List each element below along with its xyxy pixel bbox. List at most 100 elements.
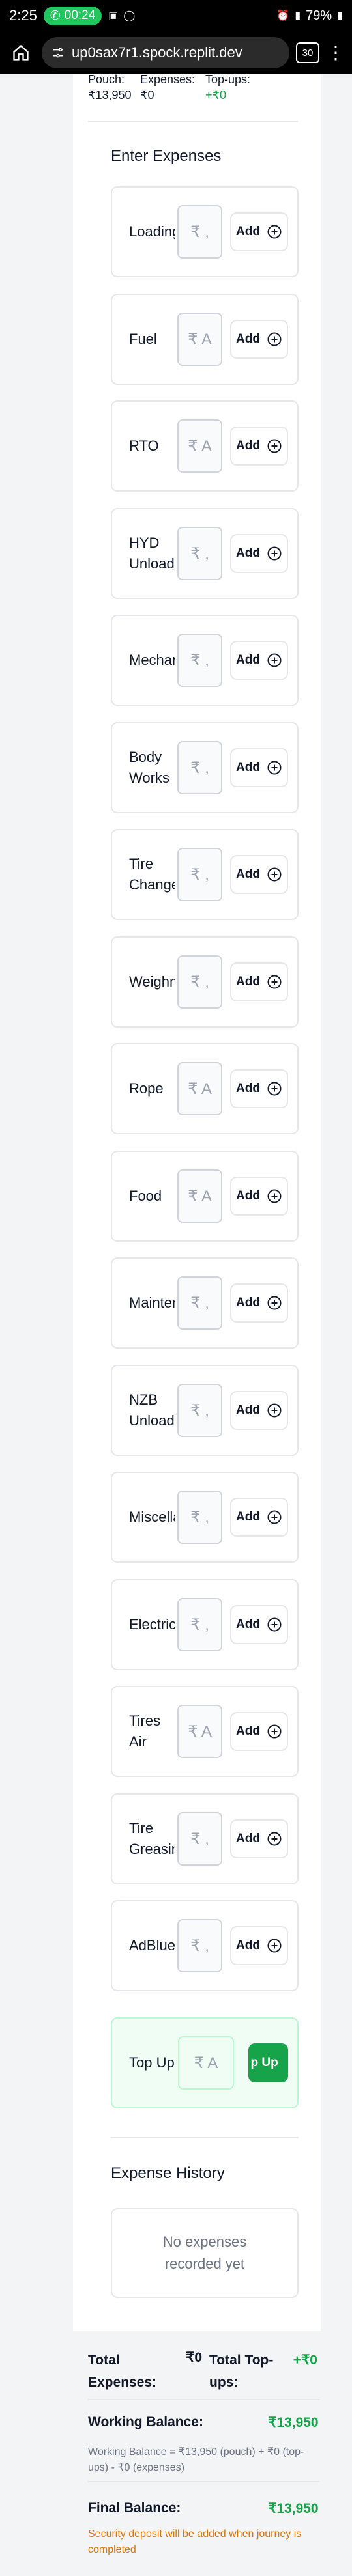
expense-history-title: Expense History <box>111 2164 225 2182</box>
working-balance-row: Working Balance: ₹13,950 <box>88 2415 323 2430</box>
enter-expenses-title: Enter Expenses <box>111 147 222 165</box>
expense-label: Tires Air <box>129 1713 161 1750</box>
topup-label: Top Up <box>129 2054 175 2071</box>
expense-card: Tires Air ₹ A Add <box>111 1686 299 1777</box>
add-button-label: Add <box>236 1403 260 1417</box>
expense-amount-input[interactable]: ₹ , <box>177 634 222 687</box>
site-settings-icon[interactable] <box>51 46 65 60</box>
add-button-label: Add <box>236 867 260 881</box>
signal-icon: ▮ <box>295 10 301 21</box>
expense-label: Food <box>129 1188 162 1204</box>
add-expense-button[interactable]: Add <box>229 212 288 251</box>
expense-amount-input[interactable]: ₹ A <box>177 313 222 366</box>
expense-label: Weighm <box>129 973 175 990</box>
expense-label: NZB Unloadi <box>129 1392 175 1429</box>
plus-circle-icon <box>267 975 282 989</box>
add-button-label: Add <box>236 439 260 453</box>
home-icon[interactable] <box>7 38 35 67</box>
expense-amount-input[interactable]: ₹ , <box>177 1812 222 1866</box>
expense-amount-input[interactable]: ₹ A <box>177 419 222 473</box>
browser-toolbar: up0sax7r1.spock.replit.dev 30 ⋮ <box>0 31 352 74</box>
add-button-label: Add <box>236 1296 260 1309</box>
expense-amount-input[interactable]: ₹ , <box>177 955 222 1009</box>
more-menu-icon[interactable]: ⋮ <box>326 44 345 62</box>
add-expense-button[interactable]: Add <box>229 1069 288 1108</box>
plus-circle-icon <box>267 1939 282 1953</box>
add-button-label: Add <box>236 546 260 560</box>
expense-amount-input[interactable]: ₹ A <box>177 1169 222 1223</box>
expense-label: Mainten <box>129 1295 175 1311</box>
add-expense-button[interactable]: Add <box>229 962 288 1001</box>
plus-circle-icon <box>267 1296 282 1310</box>
total-topups-label: Total Top-ups: <box>209 2353 274 2390</box>
add-expense-button[interactable]: Add <box>229 1177 288 1216</box>
add-expense-button[interactable]: Add <box>229 1926 288 1965</box>
expense-amount-input[interactable]: ₹ , <box>177 1598 222 1651</box>
topup-amount-input[interactable]: ₹ A <box>178 2036 234 2090</box>
add-expense-button[interactable]: Add <box>229 1283 288 1323</box>
add-button-label: Add <box>236 1724 260 1738</box>
plus-circle-icon <box>267 1403 282 1418</box>
expense-amount-input[interactable]: ₹ , <box>177 205 222 259</box>
topups-summary: Top-ups: +₹0 <box>205 72 271 105</box>
add-button-label: Add <box>236 761 260 774</box>
expense-amount-input[interactable]: ₹ , <box>177 848 222 901</box>
add-expense-button[interactable]: Add <box>229 748 288 787</box>
expense-amount-input[interactable]: ₹ , <box>177 1276 222 1330</box>
add-expense-button[interactable]: Add <box>229 320 288 359</box>
url-text: up0sax7r1.spock.replit.dev <box>72 44 242 61</box>
add-expense-button[interactable]: Add <box>229 1605 288 1644</box>
add-expense-button[interactable]: Add <box>229 1391 288 1430</box>
expense-card: RTO ₹ A Add <box>111 400 299 492</box>
add-expense-button[interactable]: Add <box>229 534 288 573</box>
plus-circle-icon <box>267 332 282 346</box>
topup-button[interactable]: p Up <box>248 2043 288 2082</box>
expense-label: AdBlue <box>129 1937 175 1953</box>
expense-card: AdBlue ₹ , Add <box>111 1900 299 1991</box>
status-time: 2:25 <box>9 7 37 23</box>
whatsapp-icon: ◯ <box>123 10 136 21</box>
plus-circle-icon <box>267 1724 282 1739</box>
plus-circle-icon <box>267 1082 282 1096</box>
expense-amount-input[interactable]: ₹ A <box>177 1705 222 1758</box>
topups-value: +₹0 <box>205 89 226 102</box>
expense-card: Tire Greasin ₹ , Add <box>111 1793 299 1884</box>
expense-card: Body Works ₹ , Add <box>111 722 299 813</box>
expense-card: Mechan₹ , Add <box>111 615 299 706</box>
add-button-label: Add <box>236 1510 260 1524</box>
add-expense-button[interactable]: Add <box>229 1819 288 1858</box>
expense-amount-input[interactable]: ₹ , <box>177 1491 222 1544</box>
add-button-label: Add <box>236 332 260 346</box>
add-expense-button[interactable]: Add <box>229 641 288 680</box>
expense-amount-input[interactable]: ₹ , <box>177 1919 222 1972</box>
expense-label: Body Works <box>129 749 169 786</box>
expense-amount-input[interactable]: ₹ A <box>177 1062 222 1115</box>
divider <box>88 2399 320 2400</box>
add-expense-button[interactable]: Add <box>229 1498 288 1537</box>
final-balance-label: Final Balance: <box>88 2500 181 2515</box>
call-indicator[interactable]: ✆ 00:24 <box>43 6 102 25</box>
notification-icons: ▣ ◯ <box>108 9 135 22</box>
add-expense-button[interactable]: Add <box>229 1712 288 1751</box>
expense-card: Electrica₹ , Add <box>111 1579 299 1670</box>
expense-card: Mainten₹ , Add <box>111 1257 299 1349</box>
phone-icon: ✆ <box>50 8 61 23</box>
address-bar[interactable]: up0sax7r1.spock.replit.dev <box>42 37 289 68</box>
image-icon: ▣ <box>108 10 119 21</box>
expense-label: Tire Greasin <box>129 1820 175 1857</box>
add-expense-button[interactable]: Add <box>229 855 288 894</box>
journey-summary: Pouch: ₹13,950 Expenses: ₹0 Top-ups: +₹0 <box>88 72 298 105</box>
add-button-label: Add <box>236 1832 260 1845</box>
expense-amount-input[interactable]: ₹ , <box>177 527 222 580</box>
expense-card: HYD Unloadi ₹ , Add <box>111 508 299 599</box>
divider <box>88 121 298 122</box>
plus-circle-icon <box>267 653 282 667</box>
plus-circle-icon <box>267 546 282 561</box>
expense-amount-input[interactable]: ₹ , <box>177 741 222 794</box>
expense-amount-input[interactable]: ₹ , <box>177 1384 222 1437</box>
expense-label: Mechan <box>129 652 175 668</box>
battery-level: 79% <box>306 8 332 23</box>
add-expense-button[interactable]: Add <box>229 427 288 466</box>
tab-switcher-button[interactable]: 30 <box>296 42 319 63</box>
expenses-summary: Expenses: ₹0 <box>140 72 205 105</box>
